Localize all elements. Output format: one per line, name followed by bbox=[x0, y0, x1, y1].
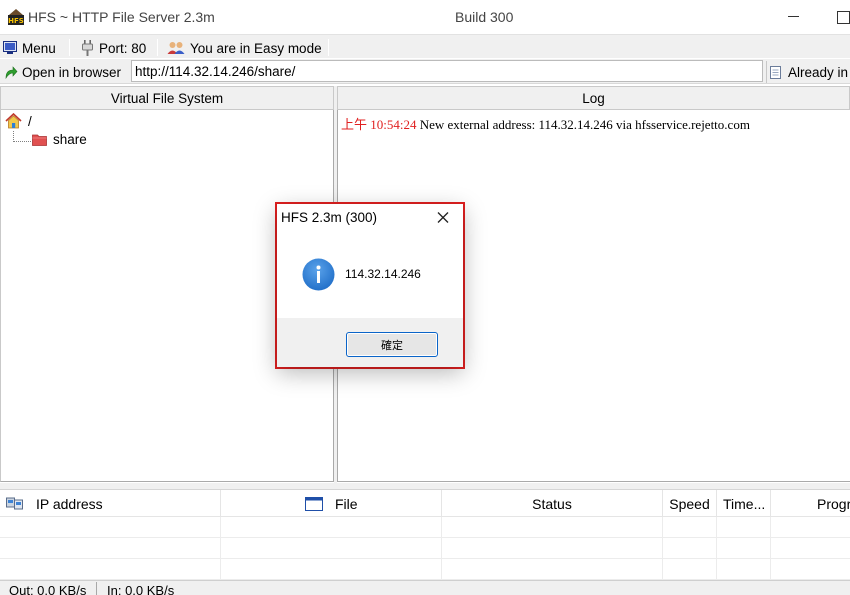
status-in-speed: In: 0.0 KB/s bbox=[107, 583, 175, 595]
info-icon bbox=[302, 258, 335, 291]
menu-button[interactable]: Menu bbox=[3, 38, 56, 58]
column-time[interactable]: Time... bbox=[717, 490, 771, 518]
network-computers-icon bbox=[6, 497, 23, 510]
maximize-button[interactable] bbox=[830, 6, 850, 28]
menu-label: Menu bbox=[22, 40, 56, 56]
column-label: Speed bbox=[669, 496, 710, 512]
toolbar-separator bbox=[328, 39, 329, 56]
document-icon bbox=[770, 65, 781, 79]
monitor-icon bbox=[3, 41, 17, 54]
message-dialog: HFS 2.3m (300) 114.32.14.246 確定 bbox=[277, 204, 463, 367]
log-header-label: Log bbox=[582, 90, 605, 106]
mode-button[interactable]: You are in Easy mode bbox=[167, 38, 322, 58]
status-separator bbox=[96, 582, 97, 595]
address-bar: Open in browser Already in bbox=[0, 59, 850, 84]
column-label: Status bbox=[532, 496, 572, 512]
column-label: IP address bbox=[36, 496, 103, 512]
column-ip-address[interactable]: IP address bbox=[0, 490, 221, 518]
dialog-title: HFS 2.3m (300) bbox=[281, 210, 378, 225]
status-out-speed: Out: 0.0 KB/s bbox=[9, 583, 87, 595]
port-label: Port: 80 bbox=[99, 40, 147, 56]
already-in-label: Already in bbox=[788, 64, 849, 80]
tree-root-label: / bbox=[28, 113, 32, 129]
title-bar: HFS HFS ~ HTTP File Server 2.3m Build 30… bbox=[0, 0, 850, 34]
url-input[interactable] bbox=[131, 60, 763, 82]
column-status[interactable]: Status bbox=[442, 490, 663, 518]
tree-item-share[interactable]: share bbox=[32, 132, 87, 147]
close-icon[interactable] bbox=[431, 207, 455, 229]
mode-label: You are in Easy mode bbox=[190, 40, 322, 56]
hfs-logo-icon: HFS bbox=[8, 9, 24, 25]
window-title: HFS ~ HTTP File Server 2.3m bbox=[28, 9, 215, 25]
dialog-message: 114.32.14.246 bbox=[345, 267, 421, 281]
connections-header: IP address File Status Speed Time... Pro… bbox=[0, 489, 850, 518]
column-progress[interactable]: Progr bbox=[771, 490, 850, 518]
column-speed[interactable]: Speed bbox=[663, 490, 717, 518]
window-icon bbox=[305, 497, 323, 511]
log-entry-time: 上午 10:54:24 bbox=[341, 117, 417, 132]
tree-item-label: share bbox=[53, 132, 87, 147]
ok-button[interactable]: 確定 bbox=[346, 332, 438, 357]
vfs-header: Virtual File System bbox=[0, 86, 334, 110]
dialog-footer: 確定 bbox=[277, 318, 463, 367]
status-bar: Out: 0.0 KB/s In: 0.0 KB/s bbox=[0, 580, 850, 595]
log-entry-message: New external address: 114.32.14.246 via … bbox=[419, 117, 750, 132]
tree-root-item[interactable]: / bbox=[5, 113, 32, 129]
build-label: Build 300 bbox=[455, 9, 514, 25]
plug-icon bbox=[82, 40, 93, 56]
vfs-header-label: Virtual File System bbox=[110, 90, 224, 106]
home-icon bbox=[5, 113, 22, 129]
column-label: File bbox=[335, 496, 358, 512]
open-in-browser-button[interactable]: Open in browser bbox=[3, 62, 121, 82]
open-in-browser-label: Open in browser bbox=[22, 64, 122, 80]
already-in-button[interactable]: Already in bbox=[766, 61, 848, 83]
connections-list[interactable] bbox=[0, 517, 850, 580]
folder-icon bbox=[32, 134, 47, 146]
column-file[interactable]: File bbox=[221, 490, 442, 518]
table-row bbox=[0, 538, 850, 559]
toolbar: Menu Port: 80 You are in Easy mode bbox=[0, 34, 850, 58]
users-icon bbox=[167, 42, 185, 54]
log-header: Log bbox=[337, 86, 850, 110]
logo-text: HFS bbox=[8, 17, 24, 25]
table-row bbox=[0, 559, 850, 580]
green-arrow-icon bbox=[5, 65, 18, 79]
minimize-button[interactable] bbox=[778, 6, 808, 28]
table-row bbox=[0, 517, 850, 538]
port-button[interactable]: Port: 80 bbox=[81, 38, 146, 58]
log-entry: 上午 10:54:24 New external address: 114.32… bbox=[341, 114, 750, 133]
column-label: Progr bbox=[817, 496, 850, 512]
toolbar-separator bbox=[69, 39, 70, 56]
column-label: Time... bbox=[723, 496, 766, 512]
tree-connector bbox=[13, 141, 31, 142]
toolbar-separator bbox=[157, 39, 158, 56]
